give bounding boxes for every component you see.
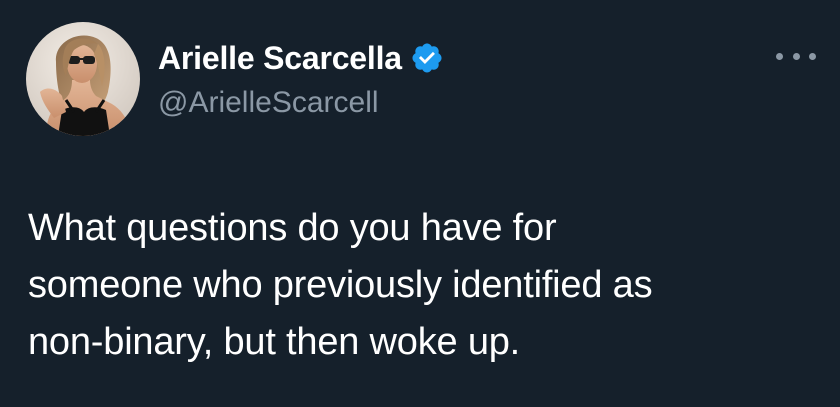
- avatar[interactable]: [26, 22, 140, 136]
- more-dot: [809, 52, 816, 60]
- tweet-text-line: someone who previously identified as: [28, 264, 653, 306]
- more-dot: [776, 52, 783, 60]
- tweet-text: What questions do you have for someone w…: [28, 200, 818, 371]
- author-handle[interactable]: @ArielleScarcell: [158, 86, 379, 120]
- tweet-text-line: What questions do you have for: [28, 207, 557, 249]
- tweet-text-line: non-binary, but then woke up.: [28, 321, 521, 363]
- tweet-card: Arielle Scarcella @ArielleScarcell What …: [0, 0, 840, 407]
- author-display-name[interactable]: Arielle Scarcella: [158, 40, 402, 77]
- avatar-photo: [26, 22, 140, 136]
- verified-badge-icon[interactable]: [410, 41, 444, 75]
- author-name-row: Arielle Scarcella: [158, 38, 444, 78]
- more-options-icon[interactable]: [776, 44, 816, 68]
- more-dot: [792, 52, 800, 60]
